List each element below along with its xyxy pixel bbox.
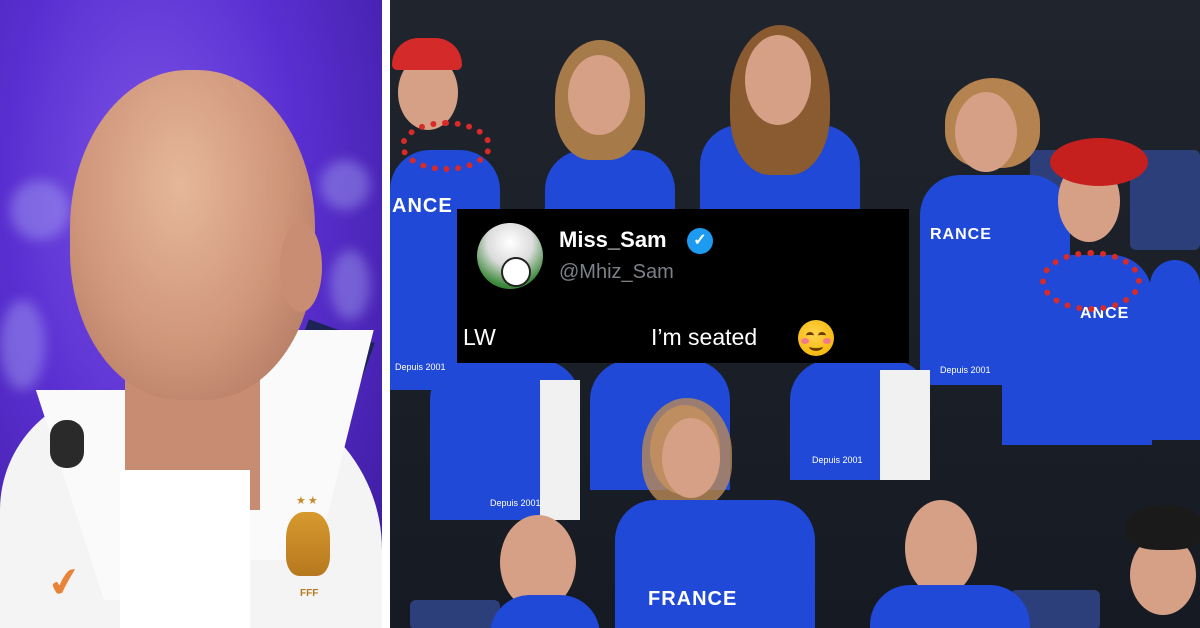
shirt-white-panel [880,370,930,480]
emoji-mouth [809,342,823,351]
left-photo-press-conference: ✔ ★★ FFF [0,0,382,628]
shirt-text: ANCE [392,195,453,217]
shirt-white-panel [540,380,580,520]
flower-lei [1040,250,1142,312]
backdrop-light [330,250,370,320]
emoji-blush [823,338,831,344]
bald-head [70,70,315,400]
fan-shirt [1150,260,1200,440]
shirt-text: FRANCE [648,588,738,610]
fan-head [568,55,630,135]
fan-shirt [870,585,1030,628]
football-icon [501,257,531,287]
emoji-blush [801,338,809,344]
microphone-icon [50,420,84,468]
fan-head [905,500,977,596]
fan-head [955,92,1017,172]
stadium-seat [410,600,500,628]
backdrop-light [10,180,70,240]
flower-lei [400,120,492,172]
shirt-small-text: Depuis 2001 [490,498,541,508]
white-undershirt [120,470,250,628]
tweet-handle[interactable]: @Mhiz_Sam [559,261,674,284]
rooster-crest-icon [286,512,330,576]
fan-hair [1125,505,1200,550]
crest-stars: ★★ [296,495,320,507]
shirt-small-text: Depuis 2001 [812,455,863,465]
tweet-card[interactable]: Miss_Sam ✓ @Mhiz_Sam LW I’m seated [457,209,909,363]
smiling-face-with-blush-emoji-icon [798,320,834,356]
fan-head [745,35,811,125]
verified-badge-icon: ✓ [687,228,713,254]
shirt-small-text: Depuis 2001 [940,365,991,375]
shirt-small-text: Depuis 2001 [395,362,446,372]
backdrop-light [320,160,370,210]
tweet-display-name[interactable]: Miss_Sam [559,227,667,253]
backdrop-light [0,300,45,390]
tweet-text: I’m seated [651,324,758,350]
crest-text: FFF [300,588,319,599]
tweet-text-prefix: LW [463,324,496,350]
photo-divider [382,0,390,628]
shirt-text: RANCE [930,226,992,243]
fan-shirt [490,595,600,628]
ear [280,222,322,312]
fan-hat [392,38,462,70]
fan-head [662,418,720,498]
red-beret [1050,138,1148,186]
user-avatar[interactable] [477,223,543,289]
